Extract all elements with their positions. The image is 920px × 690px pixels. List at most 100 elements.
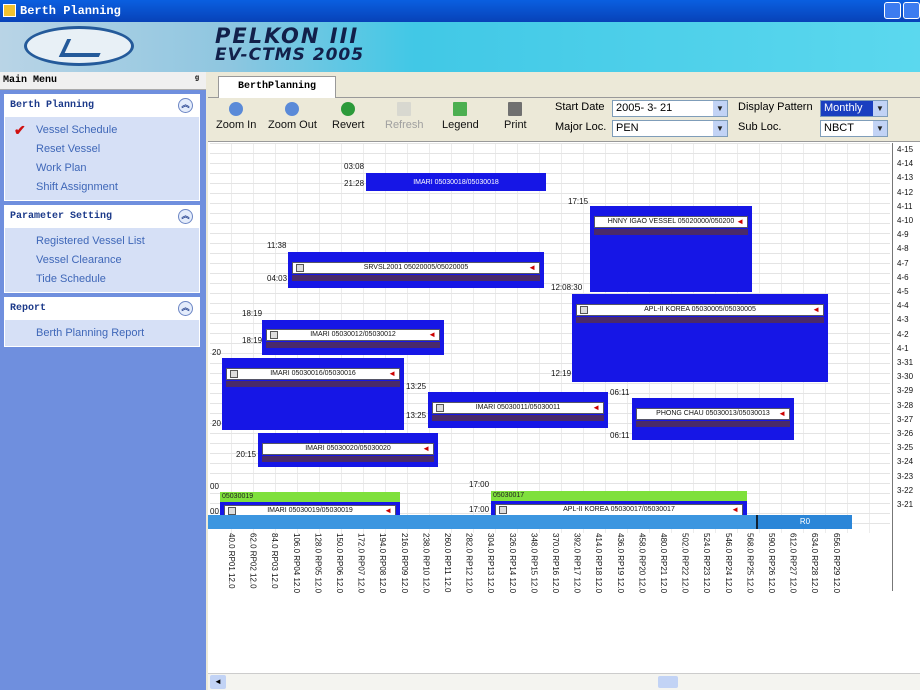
- menu-group-report: Report ︽ Berth Planning Report: [4, 297, 200, 347]
- vessel-label: IMARI 05030018/05030018: [413, 179, 499, 186]
- vessel-hull: [262, 456, 434, 462]
- date-tick: 4-3: [897, 315, 909, 325]
- berth-position-label: 238.0 RP10 12.0: [421, 533, 431, 594]
- berth-position-label: 216.0 RP09 12.0: [399, 533, 409, 594]
- tab-berth-planning[interactable]: BerthPlanning: [218, 76, 336, 98]
- vessel-label: HNNY IGAO VESSEL 05020000/050200 ◄: [594, 216, 748, 228]
- berth-position-label: 590.0 RP26 12.0: [767, 533, 776, 594]
- vessel-hull: [292, 275, 540, 281]
- vessel-block[interactable]: HNNY IGAO VESSEL 05020000/050200 ◄: [590, 206, 752, 292]
- menu-group-title[interactable]: Berth Planning ︽: [5, 95, 199, 117]
- berth-schedule-chart[interactable]: 03:08 21:28 IMARI 05030018/05030018 17:1…: [210, 143, 890, 533]
- vessel-block[interactable]: IMARI 05030018/05030018: [366, 173, 546, 191]
- date-tick: 3-22: [897, 485, 914, 495]
- vessel-label: IMARI 05030016/05030016 ◄: [226, 368, 400, 380]
- display-pattern-select[interactable]: Monthly ▼: [820, 100, 888, 117]
- berth-position-label: 458.0 RP20 12.0: [637, 533, 647, 594]
- chevron-down-icon[interactable]: ▼: [713, 101, 727, 116]
- date-tick: 3-21: [897, 500, 914, 509]
- pin-icon[interactable]: ᵍ: [194, 72, 200, 90]
- major-loc-select[interactable]: PEN ▼: [612, 120, 728, 137]
- vessel-hull: [226, 381, 400, 387]
- chevron-down-icon[interactable]: ▼: [713, 121, 727, 136]
- date-tick: 3-24: [897, 457, 914, 467]
- refresh-button[interactable]: Refresh: [385, 102, 424, 131]
- menu-item-registered-vessel-list[interactable]: Registered Vessel List: [5, 232, 199, 251]
- date-tick: 3-26: [897, 429, 914, 438]
- horizontal-scrollbar[interactable]: ◄: [208, 673, 920, 690]
- chevron-down-icon[interactable]: ▼: [873, 101, 887, 116]
- main-panel: BerthPlanning Zoom In Zoom Out Revert Re…: [208, 72, 920, 690]
- menu-item-shift-assignment[interactable]: Shift Assignment: [5, 178, 199, 197]
- menu-item-vessel-clearance[interactable]: Vessel Clearance: [5, 251, 199, 270]
- start-date-picker[interactable]: 2005- 3- 21 ▼: [612, 100, 728, 117]
- berth-position-label: 370.0 RP16 12.0: [551, 533, 560, 594]
- time-label: 21:28: [344, 179, 365, 188]
- vessel-hull: [594, 229, 748, 235]
- maximize-button[interactable]: [903, 2, 920, 19]
- date-tick: 4-8: [897, 244, 909, 254]
- vessel-block[interactable]: PHONG CHAU 05030013/05030013 ◄: [632, 398, 794, 440]
- menu-group-parameter-setting: Parameter Setting ︽ Registered Vessel Lis…: [4, 205, 200, 293]
- collapse-icon[interactable]: ︽: [178, 209, 193, 224]
- company-logo: [24, 26, 134, 66]
- berth-position-label: 480.0 RP21 12.0: [659, 533, 668, 594]
- berth-position-label: 304.0 RP13 12.0: [486, 533, 496, 594]
- minimize-button[interactable]: [884, 2, 901, 19]
- time-label: 04:03: [267, 274, 288, 283]
- vessel-block[interactable]: IMARI 05030012/05030012 ◄: [262, 320, 444, 355]
- berth-position-label: 150.0 RP06 12.0: [335, 533, 344, 594]
- berth-position-label: 84.0 RP03 12.0: [270, 533, 280, 589]
- date-tick: 4-14: [897, 159, 914, 169]
- date-tick: 3-29: [897, 386, 914, 396]
- revert-button[interactable]: Revert: [332, 102, 364, 131]
- time-label: 20:15: [236, 450, 257, 459]
- collapse-icon[interactable]: ︽: [178, 301, 193, 316]
- vessel-block[interactable]: APL-II KOREA 05030005/05030005 ◄: [572, 294, 828, 382]
- start-date-label: Start Date: [555, 101, 605, 113]
- scroll-thumb[interactable]: [658, 676, 678, 688]
- vessel-block[interactable]: IMARI 05030011/05030011 ◄: [428, 392, 608, 428]
- print-button[interactable]: Print: [504, 102, 527, 131]
- vessel-block[interactable]: SRVSL2001 05020005/05020005 ◄: [288, 252, 544, 288]
- revert-icon: [341, 102, 356, 116]
- date-tick: 4-15: [897, 145, 914, 154]
- berth-position-label: 524.0 RP23 12.0: [702, 533, 712, 594]
- sub-loc-select[interactable]: NBCT ▼: [820, 120, 888, 137]
- menu-group-title[interactable]: Report ︽: [5, 298, 199, 320]
- menu-item-reset-vessel[interactable]: Reset Vessel: [5, 140, 199, 159]
- berth-position-label: 62.0 RP02 12.0: [248, 533, 258, 589]
- scroll-left-icon[interactable]: ◄: [210, 675, 226, 689]
- chevron-down-icon[interactable]: ▼: [873, 121, 887, 136]
- menu-group-title[interactable]: Parameter Setting ︽: [5, 206, 199, 228]
- vessel-label: SRVSL2001 05020005/05020005 ◄: [292, 262, 540, 274]
- menu-item-tide-schedule[interactable]: Tide Schedule: [5, 270, 199, 289]
- date-tick: 4-10: [897, 216, 914, 225]
- berth-position-label: 546.0 RP24 12.0: [723, 533, 733, 594]
- time-label: 18:19: [242, 309, 263, 318]
- time-label: 12:19: [551, 369, 572, 378]
- date-tick: 4-6: [897, 272, 909, 282]
- refresh-icon: [397, 102, 412, 116]
- date-tick: 4-1: [897, 343, 909, 353]
- date-tick: 3-28: [897, 400, 914, 410]
- zoom-in-button[interactable]: Zoom In: [216, 102, 256, 131]
- date-tick: 3-30: [897, 372, 914, 382]
- vessel-header: 05030019: [220, 492, 400, 502]
- date-tick: 3-31: [897, 358, 914, 367]
- date-tick: 4-13: [897, 173, 914, 183]
- berth-position-label: 128.0 RP05 12.0: [313, 533, 323, 594]
- legend-button[interactable]: Legend: [442, 102, 479, 131]
- menu-item-berth-planning-report[interactable]: Berth Planning Report: [5, 324, 199, 343]
- vessel-label: APL-II KOREA 05030005/05030005 ◄: [576, 304, 824, 316]
- zoom-out-button[interactable]: Zoom Out: [268, 102, 317, 131]
- vessel-block[interactable]: IMARI 05030020/05030020 ◄: [258, 433, 438, 467]
- collapse-icon[interactable]: ︽: [178, 98, 193, 113]
- vessel-block[interactable]: IMARI 05030016/05030016 ◄: [222, 358, 404, 430]
- berth-position-label: 414.0 RP18 12.0: [594, 533, 604, 594]
- vessel-header: 05030017: [491, 491, 747, 501]
- menu-item-work-plan[interactable]: Work Plan: [5, 159, 199, 178]
- display-pattern-label: Display Pattern: [738, 101, 813, 113]
- menu-item-vessel-schedule[interactable]: ✔ Vessel Schedule: [5, 121, 199, 140]
- berth-position-label: 326.0 RP14 12.0: [507, 533, 517, 594]
